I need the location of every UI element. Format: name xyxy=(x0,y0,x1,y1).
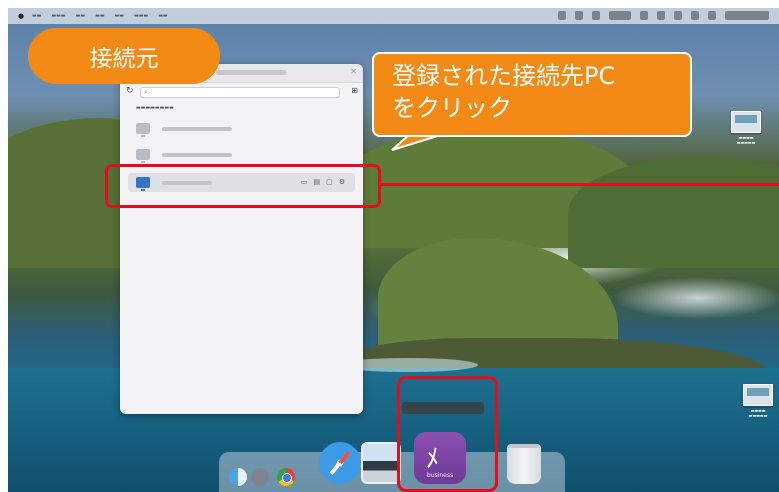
callout-line-2: をクリック xyxy=(392,94,512,122)
monitor-icon xyxy=(136,149,150,163)
search-input[interactable]: ⌕ xyxy=(140,87,340,98)
computer-row[interactable] xyxy=(128,145,355,164)
menu-item[interactable]: ▬▬ xyxy=(95,13,104,19)
toolbar: ↻ ⌕ ⊞ xyxy=(120,83,363,103)
dock: ﾒ business xyxy=(219,432,565,492)
status-icon[interactable] xyxy=(592,11,600,20)
file-thumbnail xyxy=(743,384,773,406)
highlight-selected-computer xyxy=(105,164,381,208)
status-icon[interactable] xyxy=(691,11,699,20)
launchpad-icon[interactable] xyxy=(251,468,269,486)
computer-row[interactable] xyxy=(128,119,355,138)
close-icon[interactable]: ✕ xyxy=(350,67,357,76)
menu-item[interactable]: ▬▬▬ xyxy=(51,13,65,19)
menu-item[interactable]: ▬▬ xyxy=(158,13,167,19)
status-icon[interactable] xyxy=(657,11,665,20)
menu-item[interactable]: ▬▬ xyxy=(76,13,85,19)
status-icon[interactable] xyxy=(674,11,682,20)
menu-bar: ● ▬▬ ▬▬▬ ▬▬ ▬▬ ▬▬ ▬▬▬ ▬▬ xyxy=(8,8,779,24)
menu-item[interactable]: ▬▬ xyxy=(115,13,124,19)
status-icons xyxy=(558,11,769,20)
menu-item[interactable]: ▬▬ xyxy=(32,13,41,19)
status-icon[interactable] xyxy=(558,11,566,20)
apple-icon[interactable]: ● xyxy=(18,12,26,20)
desktop-file[interactable]: ▬▬▬▬ ▬▬▬▬▬ xyxy=(734,384,779,418)
highlight-splashtop-dock-icon xyxy=(397,376,498,492)
computer-name xyxy=(162,152,232,157)
status-icon[interactable] xyxy=(575,11,583,20)
finder-icon[interactable] xyxy=(229,468,247,486)
chrome-icon[interactable] xyxy=(277,468,295,486)
highlight-connector-line xyxy=(381,183,779,186)
file-thumbnail xyxy=(731,111,761,133)
source-badge: 接続元 xyxy=(28,28,220,84)
group-title: ▬▬▬▬▬▬▬▬ xyxy=(136,105,174,111)
menu-item[interactable]: ▬▬▬ xyxy=(134,13,148,19)
status-icon[interactable] xyxy=(640,11,648,20)
callout-line-1: 登録された接続先PC xyxy=(392,62,616,90)
search-icon: ⌕ xyxy=(144,88,148,96)
add-icon[interactable]: ⊞ xyxy=(351,86,358,95)
splashtop-app-window: ✕ ↻ ⌕ ⊞ ▬▬▬▬▬▬▬▬ ▭ ▤ ▢ ⚙ xyxy=(120,64,363,414)
preview-icon[interactable] xyxy=(361,442,401,484)
file-name: ▬▬▬▬ ▬▬▬▬▬ xyxy=(736,135,756,145)
computer-name xyxy=(162,126,232,131)
file-name: ▬▬▬▬ ▬▬▬▬▬ xyxy=(748,408,768,418)
instruction-callout: 登録された接続先PC をクリック xyxy=(372,52,692,137)
window-title xyxy=(216,70,286,75)
status-icon[interactable] xyxy=(609,11,631,20)
monitor-icon xyxy=(136,123,150,137)
refresh-icon[interactable]: ↻ xyxy=(126,86,134,96)
safari-icon[interactable] xyxy=(319,442,361,484)
status-icon[interactable] xyxy=(708,11,716,20)
desktop-file[interactable]: ▬▬▬▬ ▬▬▬▬▬ xyxy=(722,111,770,145)
status-clock[interactable] xyxy=(725,11,769,20)
trash-icon[interactable] xyxy=(507,444,541,484)
